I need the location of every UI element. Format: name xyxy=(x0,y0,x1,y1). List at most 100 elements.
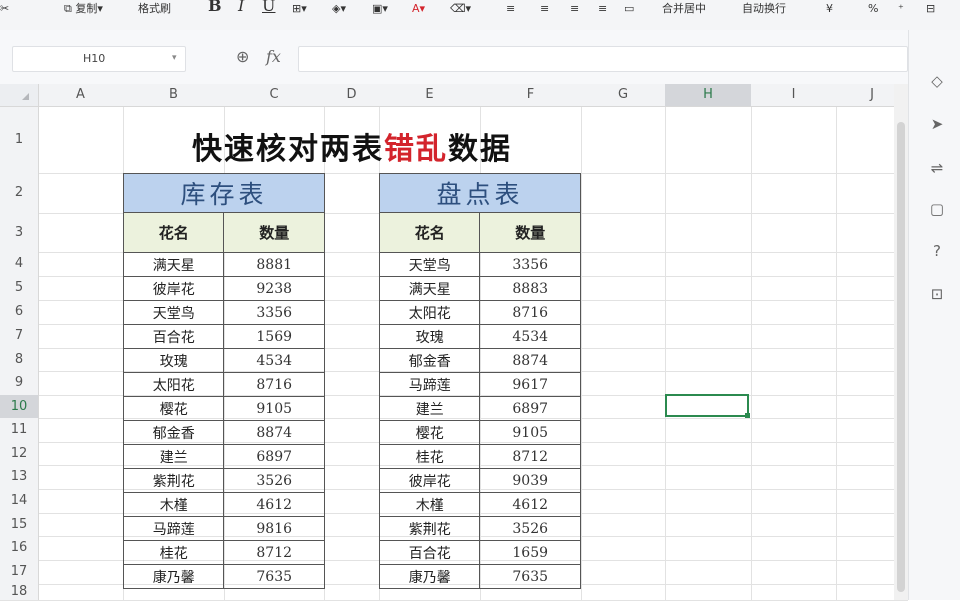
bold-button[interactable]: B xyxy=(208,0,222,15)
stocktake-quantity-cell[interactable]: 9105 xyxy=(479,420,581,445)
stocktake-flower-cell[interactable]: 玫瑰 xyxy=(378,324,481,349)
inventory-quantity-cell[interactable]: 3526 xyxy=(223,468,325,493)
stocktake-header-name[interactable]: 花名 xyxy=(378,212,481,253)
inventory-header-name[interactable]: 花名 xyxy=(122,212,225,253)
stocktake-quantity-cell[interactable]: 3526 xyxy=(479,516,581,541)
italic-button[interactable]: I xyxy=(238,0,244,15)
stocktake-quantity-cell[interactable]: 8874 xyxy=(479,348,581,373)
increase-decimal-icon[interactable]: ⁺ xyxy=(898,0,904,18)
stocktake-flower-cell[interactable]: 康乃馨 xyxy=(378,564,481,589)
style-icon[interactable]: ◇ xyxy=(926,70,948,92)
column-header-g[interactable]: G xyxy=(581,84,665,106)
inventory-flower-cell[interactable]: 建兰 xyxy=(122,444,225,469)
row-header-13[interactable]: 13 xyxy=(0,465,38,489)
stocktake-quantity-cell[interactable]: 9039 xyxy=(479,468,581,493)
font-color-icon[interactable]: A▾ xyxy=(412,0,425,18)
inventory-quantity-cell[interactable]: 8881 xyxy=(223,252,325,277)
inventory-quantity-cell[interactable]: 7635 xyxy=(223,564,325,589)
panel-icon[interactable]: ▢ xyxy=(926,198,948,220)
inventory-quantity-cell[interactable]: 4534 xyxy=(223,348,325,373)
inventory-flower-cell[interactable]: 太阳花 xyxy=(122,372,225,397)
stocktake-quantity-cell[interactable]: 9617 xyxy=(479,372,581,397)
stocktake-quantity-cell[interactable]: 8716 xyxy=(479,300,581,325)
percent-button[interactable]: % xyxy=(868,0,878,18)
stocktake-quantity-cell[interactable]: 3356 xyxy=(479,252,581,277)
row-header-10[interactable]: 10 xyxy=(0,395,38,418)
merge-button[interactable]: 合并居中 xyxy=(662,0,706,18)
stocktake-flower-cell[interactable]: 彼岸花 xyxy=(378,468,481,493)
inventory-flower-cell[interactable]: 百合花 xyxy=(122,324,225,349)
stocktake-flower-cell[interactable]: 木槿 xyxy=(378,492,481,517)
row-header-8[interactable]: 8 xyxy=(0,348,38,371)
highlight-icon[interactable]: ▣▾ xyxy=(372,0,388,18)
inventory-quantity-cell[interactable]: 8874 xyxy=(223,420,325,445)
formula-input[interactable] xyxy=(298,46,908,72)
column-header-i[interactable]: I xyxy=(751,84,836,106)
stocktake-caption[interactable]: 盘点表 xyxy=(379,173,581,213)
clear-format-icon[interactable]: ⌫▾ xyxy=(450,0,471,18)
stocktake-quantity-cell[interactable]: 4612 xyxy=(479,492,581,517)
row-header-5[interactable]: 5 xyxy=(0,276,38,300)
row-header-14[interactable]: 14 xyxy=(0,489,38,513)
inventory-quantity-cell[interactable]: 8716 xyxy=(223,372,325,397)
stocktake-quantity-cell[interactable]: 8883 xyxy=(479,276,581,301)
row-header-1[interactable]: 1 xyxy=(0,106,38,173)
row-header-9[interactable]: 9 xyxy=(0,371,38,395)
chevron-down-icon[interactable]: ▾ xyxy=(172,53,177,63)
stocktake-flower-cell[interactable]: 郁金香 xyxy=(378,348,481,373)
inventory-flower-cell[interactable]: 天堂鸟 xyxy=(122,300,225,325)
stocktake-quantity-cell[interactable]: 4534 xyxy=(479,324,581,349)
inventory-header-qty[interactable]: 数量 xyxy=(223,212,325,253)
justify-icon[interactable]: ≡ xyxy=(598,0,607,18)
format-painter-button[interactable]: 格式刷 xyxy=(138,0,171,18)
inventory-flower-cell[interactable]: 紫荆花 xyxy=(122,468,225,493)
fill-handle[interactable] xyxy=(745,413,750,418)
stocktake-flower-cell[interactable]: 马蹄莲 xyxy=(378,372,481,397)
column-header-h[interactable]: H xyxy=(665,84,751,106)
currency-button[interactable]: ¥ xyxy=(826,0,833,18)
sheet-title[interactable]: 快速核对两表错乱数据 xyxy=(124,124,580,168)
sliders-icon[interactable]: ⇌ xyxy=(926,157,948,179)
row-header-4[interactable]: 4 xyxy=(0,252,38,276)
inventory-quantity-cell[interactable]: 6897 xyxy=(223,444,325,469)
backup-icon[interactable]: ⊡ xyxy=(926,283,948,305)
stocktake-quantity-cell[interactable]: 7635 xyxy=(479,564,581,589)
row-header-11[interactable]: 11 xyxy=(0,418,38,442)
stocktake-quantity-cell[interactable]: 1659 xyxy=(479,540,581,565)
stocktake-quantity-cell[interactable]: 6897 xyxy=(479,396,581,421)
stocktake-flower-cell[interactable]: 建兰 xyxy=(378,396,481,421)
stocktake-flower-cell[interactable]: 桂花 xyxy=(378,444,481,469)
row-header-2[interactable]: 2 xyxy=(0,173,38,213)
inventory-quantity-cell[interactable]: 8712 xyxy=(223,540,325,565)
row-header-7[interactable]: 7 xyxy=(0,324,38,348)
inventory-flower-cell[interactable]: 樱花 xyxy=(122,396,225,421)
inventory-quantity-cell[interactable]: 3356 xyxy=(223,300,325,325)
row-header-6[interactable]: 6 xyxy=(0,300,38,324)
selected-cell-outline[interactable] xyxy=(665,394,749,417)
select-cursor-icon[interactable]: ➤ xyxy=(926,113,948,135)
stocktake-flower-cell[interactable]: 樱花 xyxy=(378,420,481,445)
inventory-flower-cell[interactable]: 马蹄莲 xyxy=(122,516,225,541)
column-header-b[interactable]: B xyxy=(123,84,224,106)
indent-icon[interactable]: ▭ xyxy=(624,0,634,18)
border-icon[interactable]: ⊞▾ xyxy=(292,0,307,18)
wrap-text-button[interactable]: 自动换行 xyxy=(742,0,786,18)
row-header-3[interactable]: 3 xyxy=(0,213,38,252)
underline-button[interactable]: U xyxy=(262,0,275,15)
column-header-e[interactable]: E xyxy=(379,84,480,106)
align-center-icon[interactable]: ≡ xyxy=(540,0,549,18)
select-all-corner[interactable] xyxy=(0,84,39,107)
stocktake-flower-cell[interactable]: 满天星 xyxy=(378,276,481,301)
zoom-icon[interactable]: ⊕ xyxy=(236,47,249,66)
stocktake-header-qty[interactable]: 数量 xyxy=(479,212,581,253)
stocktake-flower-cell[interactable]: 太阳花 xyxy=(378,300,481,325)
row-header-18[interactable]: 18 xyxy=(0,584,38,600)
row-header-12[interactable]: 12 xyxy=(0,442,38,465)
inventory-flower-cell[interactable]: 玫瑰 xyxy=(122,348,225,373)
decrease-decimal-icon[interactable]: ⊟ xyxy=(926,0,935,18)
align-left-icon[interactable]: ≡ xyxy=(506,0,515,18)
inventory-flower-cell[interactable]: 桂花 xyxy=(122,540,225,565)
stocktake-flower-cell[interactable]: 天堂鸟 xyxy=(378,252,481,277)
stocktake-flower-cell[interactable]: 紫荆花 xyxy=(378,516,481,541)
fill-color-icon[interactable]: ◈▾ xyxy=(332,0,346,18)
